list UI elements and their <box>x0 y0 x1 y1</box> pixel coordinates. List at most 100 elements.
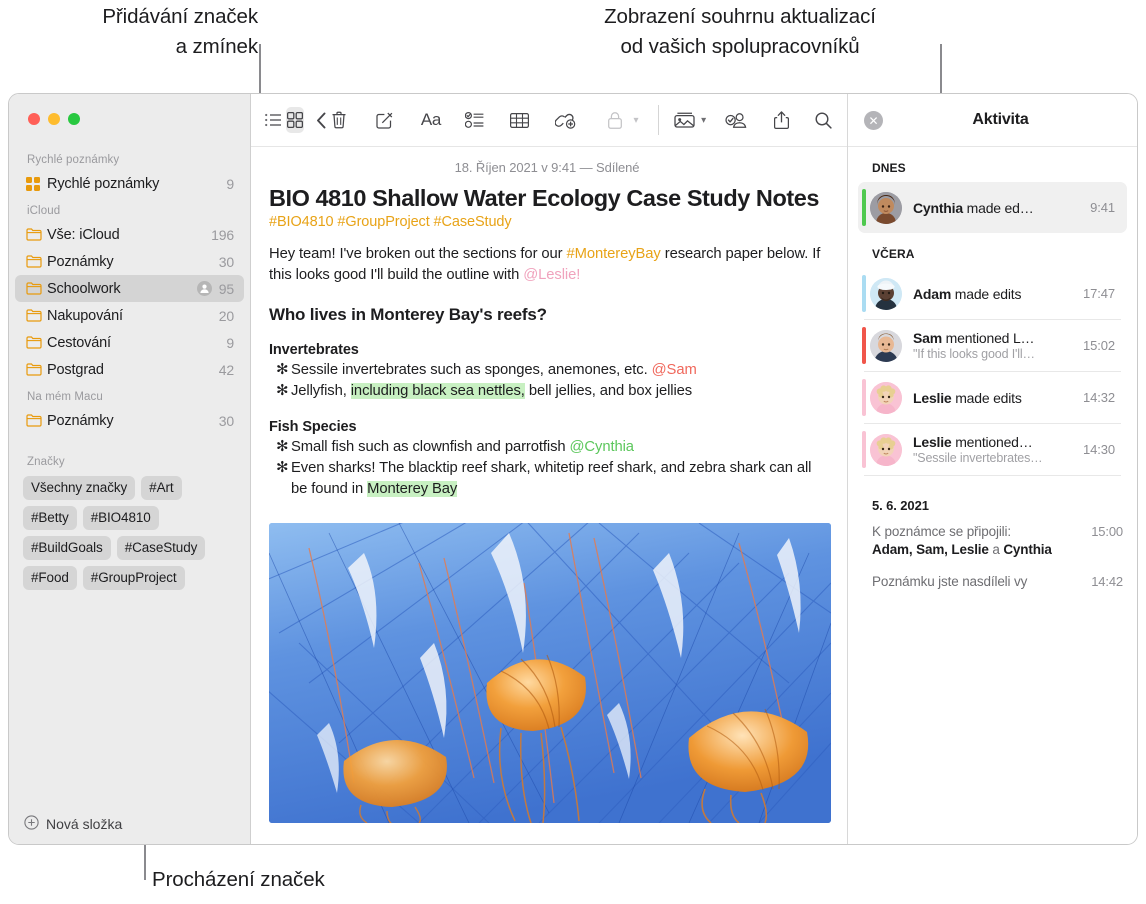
activity-item-leslie-edits[interactable]: Leslie made edits 14:32 <box>858 372 1127 423</box>
activity-actor: Leslie <box>913 389 952 406</box>
plus-circle-icon <box>24 815 39 833</box>
avatar-sam <box>870 329 902 362</box>
table-icon[interactable] <box>510 107 530 133</box>
traffic-lights <box>28 113 80 125</box>
compose-note-icon[interactable] <box>376 107 393 133</box>
note-highlight: Monterey Bay <box>367 481 458 497</box>
callout-browse-tags: Procházení značek <box>152 868 325 891</box>
activity-item-text: Leslie made edits <box>913 390 1077 406</box>
sidebar-item-nakupovani[interactable]: Nakupování 20 <box>15 302 244 329</box>
zoom-window-button[interactable] <box>68 113 80 125</box>
jellyfish-photo[interactable] <box>269 523 831 823</box>
note-heading: Who lives in Monterey Bay's reefs? <box>269 305 547 324</box>
activity-item-leslie-mention[interactable]: Leslie mentioned… "Sessile invertebrates… <box>858 424 1127 475</box>
sidebar-item-label: Cestování <box>47 334 111 351</box>
note-mention-cynthia[interactable]: @Cynthia <box>570 439 635 455</box>
minimize-window-button[interactable] <box>48 113 60 125</box>
search-icon[interactable] <box>815 107 832 133</box>
sidebar-item-label: Rychlé poznámky <box>47 175 160 192</box>
tag-list: Všechny značky #Art #Betty #BIO4810 #Bui… <box>9 472 250 590</box>
activity-item-text: Sam mentioned L… "If this looks good I'l… <box>913 330 1077 361</box>
sidebar-scroll: Rychlé poznámky Rychlé poznámky 9 iCloud… <box>9 94 250 590</box>
avatar-adam <box>870 277 902 310</box>
activity-item-line: Adam made edits <box>913 286 1077 302</box>
close-activity-icon[interactable]: ✕ <box>864 111 883 130</box>
sidebar-item-poznamky-mac[interactable]: Poznámky 30 <box>15 407 244 434</box>
activity-color-bar <box>862 275 866 312</box>
activity-history-text: K poznámce se připojili: Adam, Sam, Lesl… <box>872 523 1091 559</box>
activity-time: 17:47 <box>1082 286 1115 301</box>
shared-folder-icon <box>196 281 212 296</box>
sidebar-item-count: 30 <box>218 253 234 270</box>
tag-bio4810[interactable]: #BIO4810 <box>82 506 159 530</box>
sidebar-item-count: 30 <box>218 412 234 429</box>
lock-icon[interactable] <box>606 107 623 133</box>
trash-icon[interactable] <box>330 107 347 133</box>
sidebar-item-quick-notes[interactable]: Rychlé poznámky 9 <box>15 170 244 197</box>
tag-groupproject[interactable]: #GroupProject <box>82 566 185 590</box>
note-content[interactable]: 18. Říjen 2021 v 9:41 — Sdílené BIO 4810… <box>251 147 847 844</box>
media-chevron-down-icon[interactable]: ▾ <box>699 107 707 133</box>
tag-casestudy[interactable]: #CaseStudy <box>116 536 206 560</box>
activity-list[interactable]: DNES Cynthia made ed… 9:41 VČERA Adam ma… <box>848 147 1137 844</box>
activity-history-prefix: Poznámku jste nasdíleli vy <box>872 574 1028 589</box>
sidebar-group-title: Rychlé poznámky <box>27 154 120 166</box>
note-bullet: ✻ Jellyfish, including black sea nettles… <box>269 381 825 402</box>
sidebar-item-postgrad[interactable]: Postgrad 42 <box>15 356 244 383</box>
tag-betty[interactable]: #Betty <box>23 506 77 530</box>
activity-history-and: a <box>988 542 1004 557</box>
sidebar-item-vse-icloud[interactable]: Vše: iCloud 196 <box>15 221 244 248</box>
folder-icon <box>26 309 47 322</box>
add-link-icon[interactable] <box>555 107 576 133</box>
share-icon[interactable] <box>773 107 790 133</box>
folder-icon <box>26 282 47 295</box>
activity-item-text: Leslie mentioned… "Sessile invertebrates… <box>913 434 1077 465</box>
activity-item-line: Cynthia made ed… <box>913 200 1084 216</box>
activity-history-lastname: Cynthia <box>1003 542 1052 557</box>
sidebar-item-count: 196 <box>211 226 234 243</box>
collaborate-icon[interactable] <box>725 107 747 133</box>
activity-action: mentioned L… <box>941 330 1035 346</box>
tag-art[interactable]: #Art <box>141 476 182 500</box>
activity-time: 15:02 <box>1082 338 1115 353</box>
activity-action: made edits <box>951 285 1022 302</box>
note-mention-leslie[interactable]: @Leslie! <box>523 267 580 283</box>
sidebar-item-cestovani[interactable]: Cestování 9 <box>15 329 244 356</box>
close-window-button[interactable] <box>28 113 40 125</box>
activity-actor: Cynthia <box>913 199 963 216</box>
note-inline-tags: #BIO4810 #GroupProject #CaseStudy <box>269 214 512 230</box>
tag-buildgoals[interactable]: #BuildGoals <box>23 536 111 560</box>
notes-window: Rychlé poznámky Rychlé poznámky 9 iCloud… <box>8 93 1138 845</box>
avatar-cynthia <box>870 191 902 224</box>
sidebar-item-schoolwork[interactable]: Schoolwork 95 <box>15 275 244 302</box>
activity-color-bar <box>862 189 866 226</box>
new-folder-label: Nová složka <box>46 816 123 832</box>
note-hashtag-montereybay[interactable]: #MontereyBay <box>567 246 661 262</box>
sidebar-item-poznamky-icloud[interactable]: Poznámky 30 <box>15 248 244 275</box>
lock-chevron-down-icon[interactable]: ▾ <box>631 107 639 133</box>
tag-food[interactable]: #Food <box>23 566 77 590</box>
note-mention-sam[interactable]: @Sam <box>652 362 697 378</box>
bullet-text: Sessile invertebrates such as sponges, a… <box>291 362 697 378</box>
activity-item-cynthia-edits[interactable]: Cynthia made ed… 9:41 <box>858 182 1127 233</box>
gallery-view-icon[interactable] <box>286 107 304 133</box>
bullet-text: Even sharks! The blacktip reef shark, wh… <box>291 460 812 497</box>
media-icon[interactable] <box>674 107 695 133</box>
activity-history-row-shared: Poznámku jste nasdíleli vy 14:42 <box>848 573 1137 591</box>
sidebar-group-title: Na mém Macu <box>27 391 103 403</box>
activity-history-text: Poznámku jste nasdíleli vy <box>872 573 1091 591</box>
new-folder-button[interactable]: Nová složka <box>9 804 250 844</box>
back-chevron-icon[interactable] <box>313 107 330 133</box>
sidebar-item-label: Poznámky <box>47 253 114 270</box>
activity-item-sam-mention[interactable]: Sam mentioned L… "If this looks good I'l… <box>858 320 1127 371</box>
checklist-icon[interactable] <box>465 107 484 133</box>
activity-item-line: Leslie made edits <box>913 390 1077 406</box>
activity-time: 9:41 <box>1090 200 1115 215</box>
format-aa-icon[interactable]: Aa <box>421 107 442 133</box>
list-view-icon[interactable] <box>265 107 282 133</box>
activity-time: 14:30 <box>1082 442 1115 457</box>
activity-actor: Adam <box>913 285 952 302</box>
folder-icon <box>26 414 47 427</box>
activity-item-adam-edits[interactable]: Adam made edits 17:47 <box>858 268 1127 319</box>
tag-all[interactable]: Všechny značky <box>23 476 136 500</box>
